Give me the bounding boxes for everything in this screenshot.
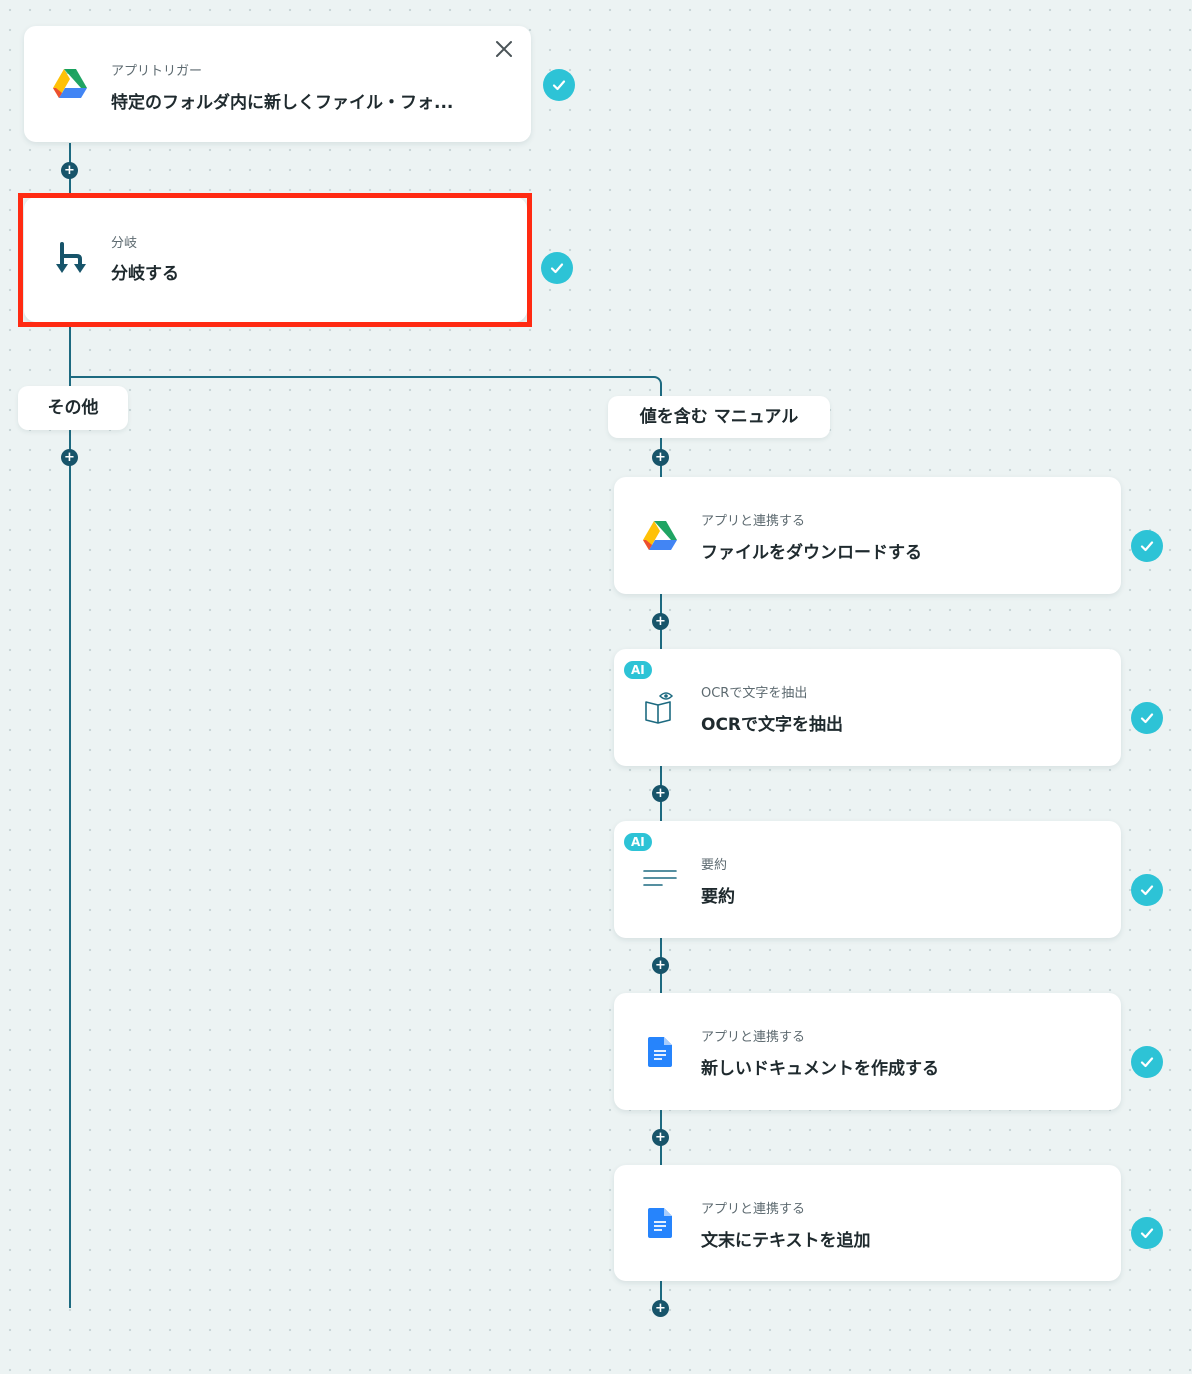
step-title: 文末にテキストを追加 (701, 1231, 871, 1251)
step-subtitle: アプリと連携する (701, 514, 806, 529)
google-docs-icon (642, 1034, 678, 1070)
check-icon (1131, 1217, 1163, 1249)
add-step-button[interactable]: + (61, 449, 78, 466)
google-docs-icon (642, 1205, 678, 1241)
check-icon (1131, 1046, 1163, 1078)
add-step-button[interactable]: + (652, 1129, 669, 1146)
google-drive-icon (642, 518, 678, 554)
branch-label-match[interactable]: 値を含む マニュアル (608, 396, 830, 438)
step-card-summary[interactable]: AI 要約 要約 (614, 821, 1121, 938)
step-subtitle: アプリと連携する (701, 1202, 806, 1217)
branch-split-line (69, 376, 653, 378)
summary-lines-icon (642, 862, 678, 898)
step-card-download[interactable]: アプリと連携する ファイルをダウンロードする (614, 477, 1121, 594)
step-card-create-doc[interactable]: アプリと連携する 新しいドキュメントを作成する (614, 993, 1121, 1110)
ai-badge: AI (624, 833, 652, 851)
add-step-button[interactable]: + (652, 785, 669, 802)
step-title: ファイルをダウンロードする (701, 543, 922, 563)
google-drive-icon (52, 66, 88, 102)
step-title: 新しいドキュメントを作成する (701, 1059, 939, 1079)
trigger-subtitle: アプリトリガー (111, 64, 203, 79)
step-card-append-text[interactable]: アプリと連携する 文末にテキストを追加 (614, 1165, 1121, 1281)
branch-label-other[interactable]: その他 (18, 386, 128, 430)
add-step-button[interactable]: + (652, 957, 669, 974)
ocr-book-icon (642, 690, 678, 726)
trigger-card[interactable]: アプリトリガー 特定のフォルダ内に新しくファイル・フォ... (24, 26, 531, 142)
step-subtitle: OCRで文字を抽出 (701, 686, 808, 701)
add-step-button[interactable]: + (652, 1300, 669, 1317)
add-step-button[interactable]: + (652, 449, 669, 466)
selection-highlight (18, 193, 532, 327)
close-icon[interactable] (493, 38, 515, 60)
check-icon (1131, 702, 1163, 734)
step-card-ocr[interactable]: AI OCRで文字を抽出 OCRで文字を抽出 (614, 649, 1121, 766)
step-title: 要約 (701, 887, 735, 907)
step-subtitle: 要約 (701, 858, 728, 873)
check-icon (543, 69, 575, 101)
step-title: OCRで文字を抽出 (701, 715, 844, 735)
step-subtitle: アプリと連携する (701, 1030, 806, 1045)
check-icon (541, 252, 573, 284)
add-step-button[interactable]: + (61, 162, 78, 179)
add-step-button[interactable]: + (652, 613, 669, 630)
check-icon (1131, 530, 1163, 562)
ai-badge: AI (624, 661, 652, 679)
check-icon (1131, 874, 1163, 906)
trigger-title: 特定のフォルダ内に新しくファイル・フォ... (111, 93, 454, 113)
